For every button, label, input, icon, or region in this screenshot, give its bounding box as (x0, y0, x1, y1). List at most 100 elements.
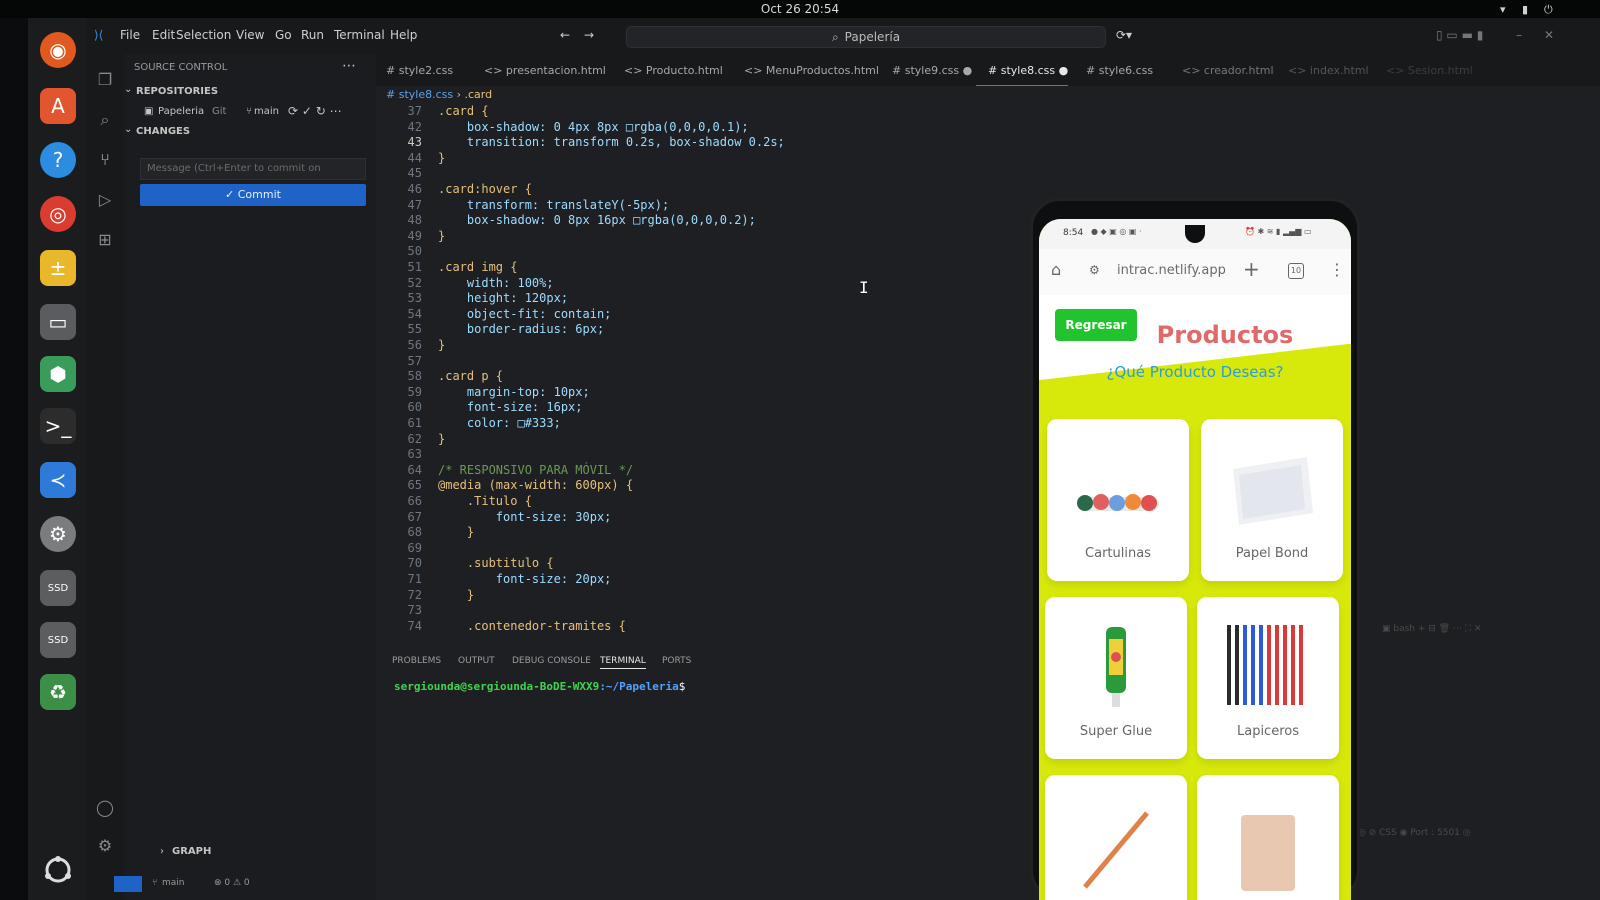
panel-tab-output[interactable]: OUTPUT (458, 656, 495, 666)
command-center[interactable]: ⌕ Papelería (626, 26, 1106, 48)
search-icon[interactable]: ⌕ (94, 110, 116, 132)
commit-message-input[interactable]: Message (Ctrl+Enter to commit on (140, 158, 366, 180)
code-line[interactable]: .card p { (438, 369, 503, 383)
app-center-icon[interactable]: A (40, 88, 76, 124)
chevron-down-icon[interactable]: ⌄ (124, 124, 132, 135)
code-line[interactable]: } (438, 229, 445, 243)
help-icon[interactable]: ? (40, 142, 76, 178)
code-line[interactable]: color: □#333; (438, 416, 561, 430)
graph-header[interactable]: GRAPH (172, 846, 211, 857)
panel-tab-ports[interactable]: PORTS (662, 656, 691, 666)
code-line[interactable]: border-radius: 6px; (438, 322, 604, 336)
code-line[interactable]: @media (max-width: 600px) { (438, 478, 633, 492)
copilot-icon[interactable]: ⟳▾ (1116, 28, 1132, 42)
code-line[interactable]: } (438, 525, 474, 539)
product-card-partial[interactable] (1045, 775, 1187, 900)
code-line[interactable]: .Titulo { (438, 494, 532, 508)
layout-icon[interactable]: ▯ ▭ ▬ ▮ (1436, 28, 1483, 42)
files-icon[interactable]: ▭ (40, 304, 76, 340)
remote-indicator-icon[interactable] (114, 876, 142, 892)
account-icon[interactable]: ◯ (94, 798, 116, 820)
tab-style6-css[interactable]: # style6.css (1086, 64, 1153, 77)
tab-menuproductos-html[interactable]: <> MenuProductos.html (744, 64, 879, 77)
disk-icon[interactable]: SSD (40, 570, 76, 606)
more-actions-icon[interactable]: ⋯ (342, 58, 356, 74)
menu-terminal[interactable]: Terminal (334, 28, 385, 42)
breadcrumb-symbol[interactable]: .card (465, 88, 493, 101)
chevron-down-icon[interactable]: ⌄ (124, 84, 132, 95)
product-card-super-glue[interactable]: Super Glue (1045, 597, 1187, 759)
tab-style8-css[interactable]: # style8.css ● (988, 64, 1068, 77)
status-branch[interactable]: main (162, 878, 185, 888)
system-clock[interactable]: Oct 26 20:54 (0, 2, 1600, 16)
menu-selection[interactable]: Selection (176, 28, 231, 42)
power-icon[interactable]: ⏻ (1544, 3, 1553, 17)
home-icon[interactable]: ⌂ (1051, 260, 1061, 279)
tab-presentacion-html[interactable]: <> presentacion.html (484, 64, 606, 77)
tab-index-html[interactable]: <> index.html (1288, 64, 1369, 77)
new-tab-icon[interactable]: + (1243, 257, 1260, 281)
code-line[interactable]: font-size: 20px; (438, 572, 612, 586)
code-line[interactable]: width: 100%; (438, 276, 554, 290)
panel-tab-terminal[interactable]: TERMINAL (600, 656, 646, 669)
code-line[interactable]: } (438, 588, 474, 602)
menu-view[interactable]: View (236, 28, 264, 42)
extensions-icon[interactable]: ⊞ (94, 230, 116, 252)
chrome-icon[interactable]: ◎ (40, 196, 76, 232)
code-line[interactable]: /* RESPONSIVO PARA MÓVIL */ (438, 463, 633, 477)
product-card-papel-bond[interactable]: Papel Bond (1201, 419, 1343, 581)
url-text[interactable]: intrac.netlify.app (1117, 263, 1226, 278)
terminal-toolbar-icon[interactable]: ▣ bash + ⊟ 🗑 ⋯ ⛶ ✕ (1382, 624, 1482, 634)
product-card-cartulinas[interactable]: Cartulinas (1047, 419, 1189, 581)
panel-tab-problems[interactable]: PROBLEMS (392, 656, 441, 666)
code-line[interactable]: } (438, 432, 445, 446)
vscode-icon[interactable]: ≺ (40, 462, 76, 498)
tab-sesion-html[interactable]: <> Sesion.html (1386, 64, 1473, 77)
source-control-icon[interactable]: ⑂ (94, 150, 116, 172)
code-line[interactable]: height: 120px; (438, 291, 568, 305)
code-line[interactable]: box-shadow: 0 4px 8px □rgba(0,0,0,0.1); (438, 120, 749, 134)
close-icon[interactable]: ✕ (1544, 28, 1554, 42)
tabs-count-icon[interactable]: 10 (1288, 263, 1304, 279)
panel-tab-debug-console[interactable]: DEBUG CONSOLE (512, 656, 591, 666)
chevron-right-icon[interactable]: › (160, 846, 164, 857)
minimize-icon[interactable]: – (1516, 28, 1522, 42)
apps-grid-icon[interactable] (42, 854, 74, 886)
run-debug-icon[interactable]: ▷ (94, 190, 116, 212)
manage-gear-icon[interactable]: ⚙ (94, 836, 116, 858)
code-line[interactable]: margin-top: 10px; (438, 385, 590, 399)
menu-help[interactable]: Help (390, 28, 417, 42)
code-line[interactable]: .card { (438, 104, 489, 118)
menu-go[interactable]: Go (275, 28, 292, 42)
tab-producto-html[interactable]: <> Producto.html (624, 64, 723, 77)
tab-creador-html[interactable]: <> creador.html (1182, 64, 1274, 77)
code-line[interactable]: object-fit: contain; (438, 307, 612, 321)
commit-button[interactable]: ✓ Commit (140, 184, 366, 206)
code-line[interactable]: .contenedor-tramites { (438, 619, 626, 633)
code-line[interactable]: transition: transform 0.2s, box-shadow 0… (438, 135, 785, 149)
breadcrumb-file[interactable]: # style8.css (386, 88, 453, 101)
changes-header[interactable]: CHANGES (136, 126, 190, 137)
blender-icon[interactable]: ⬢ (40, 356, 76, 392)
code-line[interactable]: font-size: 30px; (438, 510, 612, 524)
more-menu-icon[interactable]: ⋮ (1329, 260, 1345, 279)
network-icon[interactable]: ▾ (1500, 3, 1506, 16)
sync-icon[interactable]: ⟳ ✓ ↻ ⋯ (288, 104, 342, 118)
disk-icon[interactable]: SSD (40, 622, 76, 658)
calculator-icon[interactable]: ± (40, 250, 76, 286)
code-editor[interactable]: 37 .card {42 box-shadow: 0 4px 8px □rgba(… (376, 104, 1036, 644)
tab-style9-css[interactable]: # style9.css ● (892, 64, 972, 77)
forward-arrow-icon[interactable]: → (584, 28, 594, 42)
code-line[interactable]: box-shadow: 0 8px 16px □rgba(0,0,0,0.2); (438, 213, 756, 227)
product-card-partial[interactable] (1197, 775, 1339, 900)
terminal-icon[interactable]: >_ (40, 408, 76, 444)
tab-style2-css[interactable]: # style2.css (386, 64, 453, 77)
back-arrow-icon[interactable]: ← (560, 28, 570, 42)
firefox-icon[interactable]: ◉ (40, 32, 76, 68)
explorer-icon[interactable]: ❐ (94, 70, 116, 92)
menu-edit[interactable]: Edit (152, 28, 175, 42)
battery-icon[interactable]: ▮ (1522, 3, 1528, 16)
code-line[interactable]: .card img { (438, 260, 517, 274)
code-line[interactable]: } (438, 338, 445, 352)
repositories-header[interactable]: REPOSITORIES (136, 86, 218, 97)
